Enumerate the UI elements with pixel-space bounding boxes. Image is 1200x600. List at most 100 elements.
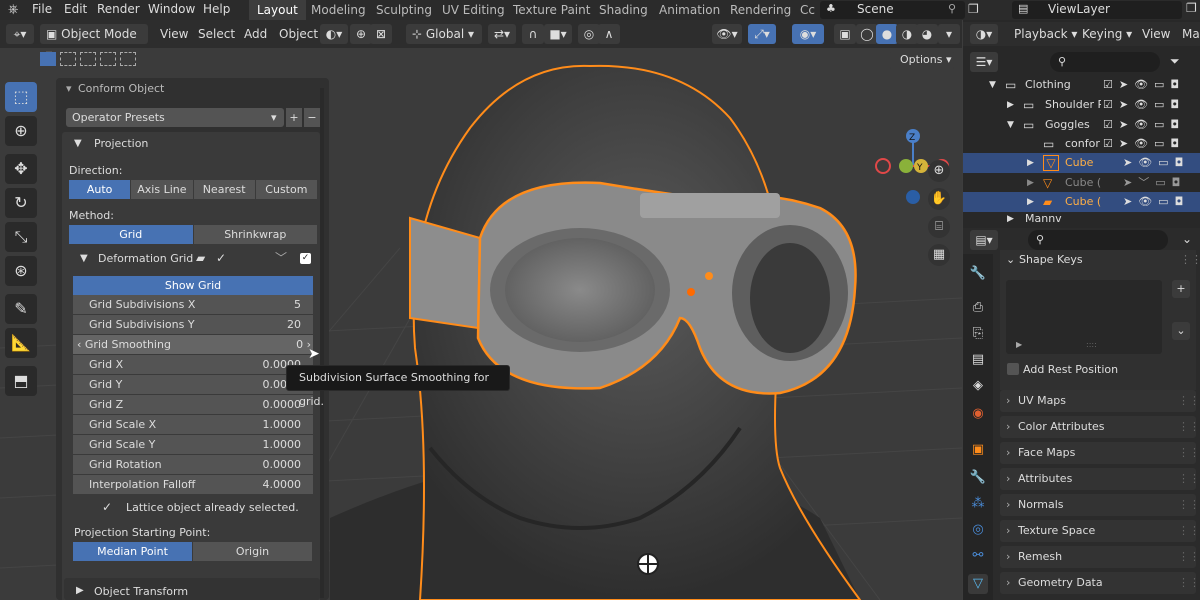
collapsed-triangle-icon[interactable]: ▶ [1016, 340, 1022, 349]
zoom-icon[interactable]: ⊕ [928, 160, 950, 182]
shape-key-menu-icon[interactable]: ⌄ [1172, 322, 1190, 340]
data-tab-icon[interactable]: ▽ [968, 574, 988, 594]
chevron-down-icon[interactable]: ﹀ [275, 249, 287, 266]
row-visibility-icons[interactable]: ➤👁▭◘ [1123, 192, 1189, 212]
transform-icon[interactable]: ⊠ [370, 24, 392, 44]
deformation-grid-checkbox[interactable]: ✓ [300, 253, 311, 264]
transform-tool-icon[interactable]: ⊛ [5, 256, 37, 286]
select-subtract-icon[interactable] [80, 52, 96, 66]
particles-tab-icon[interactable]: ⁂ [968, 494, 988, 514]
operator-presets-dropdown[interactable]: Operator Presets ▾ [66, 108, 284, 127]
menu-file[interactable]: File [32, 0, 52, 20]
drag-handle-icon[interactable]: ⋮⋮ [1178, 468, 1200, 490]
menu-marker[interactable]: Mar [1182, 27, 1200, 41]
editor-type-icon[interactable]: ⌖▾ [6, 24, 34, 44]
output-tab-icon[interactable]: ⎘ [968, 324, 988, 344]
direction-nearest-button[interactable]: Nearest [193, 180, 256, 199]
grid-x-field[interactable]: Grid X 0.0000 [73, 355, 313, 374]
collapsed-triangle-icon[interactable]: ▶ [1007, 212, 1014, 226]
outliner-row-shoulder[interactable]: ▶ ▭ Shoulder P ☑➤👁▭◘ [963, 95, 1200, 115]
menu-view[interactable]: View [160, 24, 188, 44]
shape-keys-list[interactable]: ▶ :::: [1006, 280, 1162, 354]
row-visibility-icons[interactable]: ➤﹀▭◘ [1123, 173, 1186, 193]
grid-scale-x-field[interactable]: Grid Scale X 1.0000 [73, 415, 313, 434]
tab-uv-editing[interactable]: UV Editing [434, 0, 513, 20]
menu-help[interactable]: Help [203, 0, 230, 20]
drag-handle-icon[interactable]: ⋮⋮ [1178, 494, 1200, 516]
select-new-icon[interactable] [40, 52, 56, 66]
mode-dropdown[interactable]: ▣ Object Mode ▾ [40, 24, 148, 61]
tab-shading[interactable]: Shading [591, 0, 656, 20]
uv-maps-panel[interactable]: › UV Maps ⋮⋮ [1000, 390, 1200, 412]
gizmo-toggle-icon[interactable]: ⤢▾ [748, 24, 776, 44]
outliner-row-clothing[interactable]: ▼ ▭ Clothing ☑➤👁▭◘ [963, 75, 1200, 95]
direction-custom-button[interactable]: Custom [255, 180, 318, 199]
interpolation-falloff-field[interactable]: Interpolation Falloff 4.0000 [73, 475, 313, 494]
overlay-toggle-icon[interactable]: ◉▾ [792, 24, 824, 44]
row-visibility-icons[interactable]: ☑➤👁▭◘ [1103, 115, 1185, 135]
cursor-tool-icon[interactable]: ⊕ [5, 116, 37, 146]
row-visibility-icons[interactable]: ☑➤👁▭◘ [1103, 134, 1185, 154]
camera-icon[interactable]: ⌸ [928, 216, 950, 238]
pin-icon[interactable]: ⚲ [948, 2, 956, 15]
outliner-row-mannequin[interactable]: ▶ Mannv [963, 212, 1200, 226]
grid-z-field[interactable]: Grid Z 0.0000 [73, 395, 313, 414]
tab-modeling[interactable]: Modeling [303, 0, 374, 20]
menu-window[interactable]: Window [148, 0, 195, 20]
collapsed-triangle-icon[interactable]: ▶ [1027, 192, 1034, 212]
menu-select[interactable]: Select [198, 24, 235, 44]
proportional-edit-icon[interactable]: ◎ [578, 24, 600, 44]
grid-subdivisions-y-field[interactable]: Grid Subdivisions Y 20 [73, 315, 313, 334]
color-attributes-panel[interactable]: › Color Attributes ⋮⋮ [1000, 416, 1200, 438]
tab-animation[interactable]: Animation [651, 0, 728, 20]
filter-icon[interactable]: ⏷ [1170, 54, 1180, 69]
display-mode-icon[interactable]: ☰▾ [970, 52, 998, 72]
outliner-search-input[interactable]: ⚲ [1050, 52, 1160, 72]
viewlayer-selector[interactable]: ▤ ViewLayer [1012, 1, 1182, 19]
options-dropdown[interactable]: Options ▾ [890, 50, 954, 70]
origin-button[interactable]: Origin [193, 542, 313, 561]
shading-options-icon[interactable]: ▾ [938, 24, 960, 44]
drag-handle-icon[interactable]: ⋮⋮ [1178, 546, 1200, 568]
outliner-row-goggles[interactable]: ▼ ▭ Goggles ☑➤👁▭◘ [963, 115, 1200, 135]
collapse-icon[interactable]: ▾ [66, 82, 72, 95]
falloff-icon[interactable]: ∧ [598, 24, 620, 44]
outliner-row-cube[interactable]: ▶ ▽ Cube ➤👁▭◘ [963, 153, 1200, 173]
new-viewlayer-icon[interactable]: ❐ [1186, 1, 1197, 15]
collapsed-triangle-icon[interactable]: ▶ [1027, 153, 1034, 173]
rotate-tool-icon[interactable]: ↻ [5, 188, 37, 218]
face-maps-panel[interactable]: › Face Maps ⋮⋮ [1000, 442, 1200, 464]
select-box-tool-icon[interactable]: ⬚ [5, 82, 37, 112]
rendered-shading-icon[interactable]: ◕ [916, 24, 938, 44]
grid-scale-y-field[interactable]: Grid Scale Y 1.0000 [73, 435, 313, 454]
tab-rendering[interactable]: Rendering [722, 0, 799, 20]
menu-view-timeline[interactable]: View [1142, 27, 1170, 41]
decrement-arrow-icon[interactable]: ‹ [77, 338, 85, 351]
drag-handle-icon[interactable]: ⋮⋮ [1178, 390, 1200, 412]
constraints-tab-icon[interactable]: ⚯ [968, 546, 988, 566]
expand-chevron-icon[interactable]: ⌄ [1006, 253, 1015, 266]
collapsed-triangle-icon[interactable]: ▶ [1007, 95, 1014, 115]
grid-subdivisions-x-field[interactable]: Grid Subdivisions X 5 [73, 295, 313, 314]
add-shape-key-button[interactable]: + [1172, 280, 1190, 298]
direction-axis-line-button[interactable]: Axis Line [131, 180, 194, 199]
direction-auto-button[interactable]: Auto [69, 180, 132, 199]
snap-magnet-icon[interactable]: ∩ [522, 24, 544, 44]
expand-triangle-icon[interactable]: ▼ [80, 253, 88, 264]
add-preset-button[interactable]: + [286, 108, 302, 127]
select-intersect-icon[interactable] [120, 52, 136, 66]
new-scene-icon[interactable]: ❐ [968, 1, 982, 17]
row-visibility-icons[interactable]: ☑➤👁▭◘ [1103, 95, 1185, 115]
attributes-panel[interactable]: › Attributes ⋮⋮ [1000, 468, 1200, 490]
link-icon[interactable]: ⊕ [350, 24, 372, 44]
grid-y-field[interactable]: Grid Y 0.0000 [73, 375, 313, 394]
menu-keying[interactable]: Keying ▾ [1082, 27, 1132, 41]
drag-handle-icon[interactable]: ⋮⋮ [1178, 572, 1200, 594]
menu-playback[interactable]: Playback ▾ [1014, 27, 1077, 41]
solid-shading-icon[interactable]: ● [876, 24, 898, 44]
outliner-row-cube-3[interactable]: ▶ ▰ Cube ( ➤👁▭◘ [963, 192, 1200, 212]
snap-target-icon[interactable]: ■▾ [544, 24, 572, 44]
material-shading-icon[interactable]: ◐▾ [320, 24, 348, 44]
tool-tab-icon[interactable]: 🔧 [968, 264, 988, 284]
grid-view-icon[interactable]: ▦ [928, 244, 950, 266]
